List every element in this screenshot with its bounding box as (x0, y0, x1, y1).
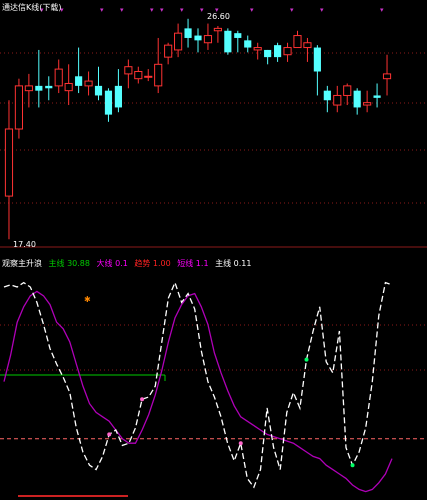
price-panel-title: 通达信K线(下载) (2, 3, 62, 12)
top-marker: ▾ (160, 6, 164, 14)
candle-body (323, 90, 331, 101)
candle-body (14, 85, 24, 130)
legend-item: 趋势 1.00 (134, 259, 171, 268)
candle-body (35, 85, 43, 91)
candle-body (54, 68, 63, 87)
candle-body (343, 85, 352, 96)
top-marker: ▾ (180, 6, 184, 14)
top-marker: ▾ (150, 6, 154, 14)
candle-body (244, 40, 252, 48)
candle-body (303, 42, 312, 49)
candle-body (213, 27, 222, 32)
candle-body (264, 49, 272, 58)
top-marker: ▾ (250, 6, 254, 14)
legend-item: 观察主升浪 (2, 259, 42, 268)
high-price-label: 26.60 (207, 12, 230, 21)
candle-body (144, 75, 153, 78)
candle-body (45, 85, 53, 89)
candle-body (184, 28, 192, 38)
legend-item: 主线 0.11 (215, 259, 252, 268)
candle-body (283, 47, 292, 56)
signal-glyph: ✱ (84, 295, 91, 304)
candle-body (4, 128, 14, 197)
purple-indicator-line (3, 290, 393, 493)
candle-body (224, 30, 232, 53)
candle-body (333, 94, 342, 106)
top-marker: ▾ (100, 6, 104, 14)
candle-body (293, 35, 302, 49)
candle-body (382, 73, 392, 80)
candle-body (253, 47, 262, 51)
top-marker: ▾ (200, 6, 204, 14)
candle-body (203, 35, 213, 44)
indicator-panel[interactable]: ✱ (0, 280, 427, 497)
candle-body (134, 71, 143, 80)
candle-body (84, 80, 93, 87)
candle-body (353, 90, 361, 108)
legend-item: 主线 30.88 (48, 259, 90, 268)
candle-body (104, 90, 113, 115)
signal-marker (140, 397, 145, 402)
top-marker: ▾ (380, 6, 384, 14)
top-marker: ▾ (290, 6, 294, 14)
candle-body (194, 35, 202, 41)
candle-body (174, 32, 183, 51)
candle-body (313, 47, 321, 72)
candle-body (274, 45, 282, 58)
signal-marker (107, 432, 112, 437)
white-indicator-line (3, 280, 393, 489)
legend-item: 短线 1.1 (177, 259, 209, 268)
candle-body (164, 44, 173, 58)
candle-body (94, 85, 103, 96)
indicator-legend: 观察主升浪 主线 30.88 大线 0.1 趋势 1.00 短线 1.1 主线 … (2, 258, 251, 269)
price-panel[interactable]: ▾ ▾ ▾ ▾ ▾ ▾ ▾ ▾ ▾ ▾ ▾ ▾ ▾ (0, 6, 427, 248)
candle-body (24, 85, 33, 92)
candle-body (363, 102, 372, 106)
chart-stage: ▾ ▾ ▾ ▾ ▾ ▾ ▾ ▾ ▾ ▾ ▾ ▾ ▾ ✱ (0, 6, 427, 497)
legend-item: 大线 0.1 (96, 259, 128, 268)
top-marker: ▾ (120, 6, 124, 14)
top-marker: ▾ (320, 6, 324, 14)
candle-body (124, 66, 133, 75)
signal-marker (350, 463, 355, 468)
candle-body (154, 63, 163, 87)
signal-marker (304, 357, 309, 362)
candle-body (234, 33, 242, 38)
candle-body (64, 82, 73, 92)
candle-body (75, 76, 83, 86)
low-price-label: 17.40 (13, 240, 36, 249)
signal-marker (238, 441, 243, 446)
candle-body (114, 85, 122, 108)
candle-body (373, 95, 381, 98)
